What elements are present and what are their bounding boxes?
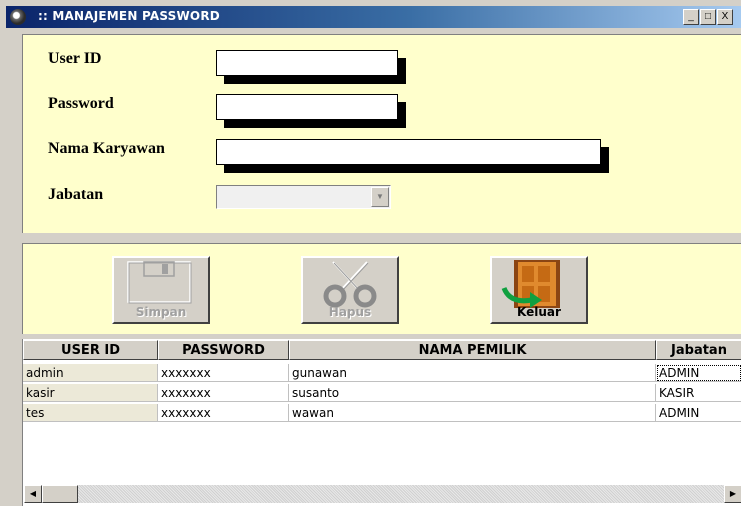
scissors-icon	[323, 261, 377, 308]
field-shadow	[224, 76, 406, 84]
hapus-label: Hapus	[328, 305, 372, 319]
main-window: :: MANAJEMEN PASSWORD _ □ X User ID Pass…	[0, 0, 741, 506]
field-shadow	[224, 120, 406, 128]
hapus-button[interactable]: Hapus	[301, 256, 399, 324]
horizontal-scrollbar[interactable]: ◀ ▶	[24, 485, 741, 503]
column-header-nama-pemilik[interactable]: NAMA PEMILIK	[289, 340, 656, 360]
table-row[interactable]: admin xxxxxxx gunawan ADMIN	[23, 364, 741, 382]
cell-password[interactable]: xxxxxxx	[158, 384, 289, 402]
cell-jabatan[interactable]: ADMIN	[656, 364, 741, 382]
column-header-userid[interactable]: USER ID	[23, 340, 158, 360]
cell-jabatan[interactable]: ADMIN	[656, 404, 741, 422]
cell-nama[interactable]: susanto	[289, 384, 656, 402]
scrollbar-thumb[interactable]	[42, 485, 78, 503]
cell-nama[interactable]: gunawan	[289, 364, 656, 382]
simpan-button[interactable]: Simpan	[112, 256, 210, 324]
userid-label: User ID	[48, 50, 102, 67]
user-table[interactable]: USER ID PASSWORD NAMA PEMILIK Jabatan ad…	[22, 339, 741, 506]
table-row[interactable]: tes xxxxxxx wawan ADMIN	[23, 404, 741, 422]
cell-nama[interactable]: wawan	[289, 404, 656, 422]
cell-userid[interactable]: tes	[23, 404, 158, 422]
minimize-button[interactable]: _	[683, 9, 699, 25]
column-header-jabatan[interactable]: Jabatan	[656, 340, 741, 360]
nama-karyawan-field[interactable]	[216, 139, 609, 173]
title-bar[interactable]: :: MANAJEMEN PASSWORD _ □ X	[6, 6, 741, 28]
nama-karyawan-label: Nama Karyawan	[48, 140, 165, 157]
floppy-disk-icon	[127, 261, 192, 304]
table-row[interactable]: kasir xxxxxxx susanto KASIR	[23, 384, 741, 402]
column-header-password[interactable]: PASSWORD	[158, 340, 289, 360]
scroll-left-icon[interactable]: ◀	[24, 485, 42, 503]
password-field[interactable]	[216, 94, 406, 128]
cell-userid[interactable]: admin	[23, 364, 158, 382]
cell-password[interactable]: xxxxxxx	[158, 364, 289, 382]
keluar-button[interactable]: Keluar	[490, 256, 588, 324]
window-title: :: MANAJEMEN PASSWORD	[38, 9, 220, 23]
scroll-right-icon[interactable]: ▶	[724, 485, 741, 503]
jabatan-label: Jabatan	[48, 186, 104, 203]
jabatan-select[interactable]: ▼	[216, 185, 391, 209]
exit-door-icon	[501, 260, 560, 308]
cell-userid[interactable]: kasir	[23, 384, 158, 402]
cell-jabatan[interactable]: KASIR	[656, 384, 741, 402]
simpan-label: Simpan	[135, 305, 187, 319]
maximize-button[interactable]: □	[700, 9, 716, 25]
cell-password[interactable]: xxxxxxx	[158, 404, 289, 422]
app-icon[interactable]	[10, 9, 26, 25]
password-label: Password	[48, 95, 114, 112]
userid-field[interactable]	[216, 50, 406, 84]
keluar-label: Keluar	[517, 305, 561, 319]
field-shadow	[224, 165, 609, 173]
chevron-down-icon[interactable]: ▼	[371, 187, 389, 207]
close-button[interactable]: X	[717, 9, 733, 25]
